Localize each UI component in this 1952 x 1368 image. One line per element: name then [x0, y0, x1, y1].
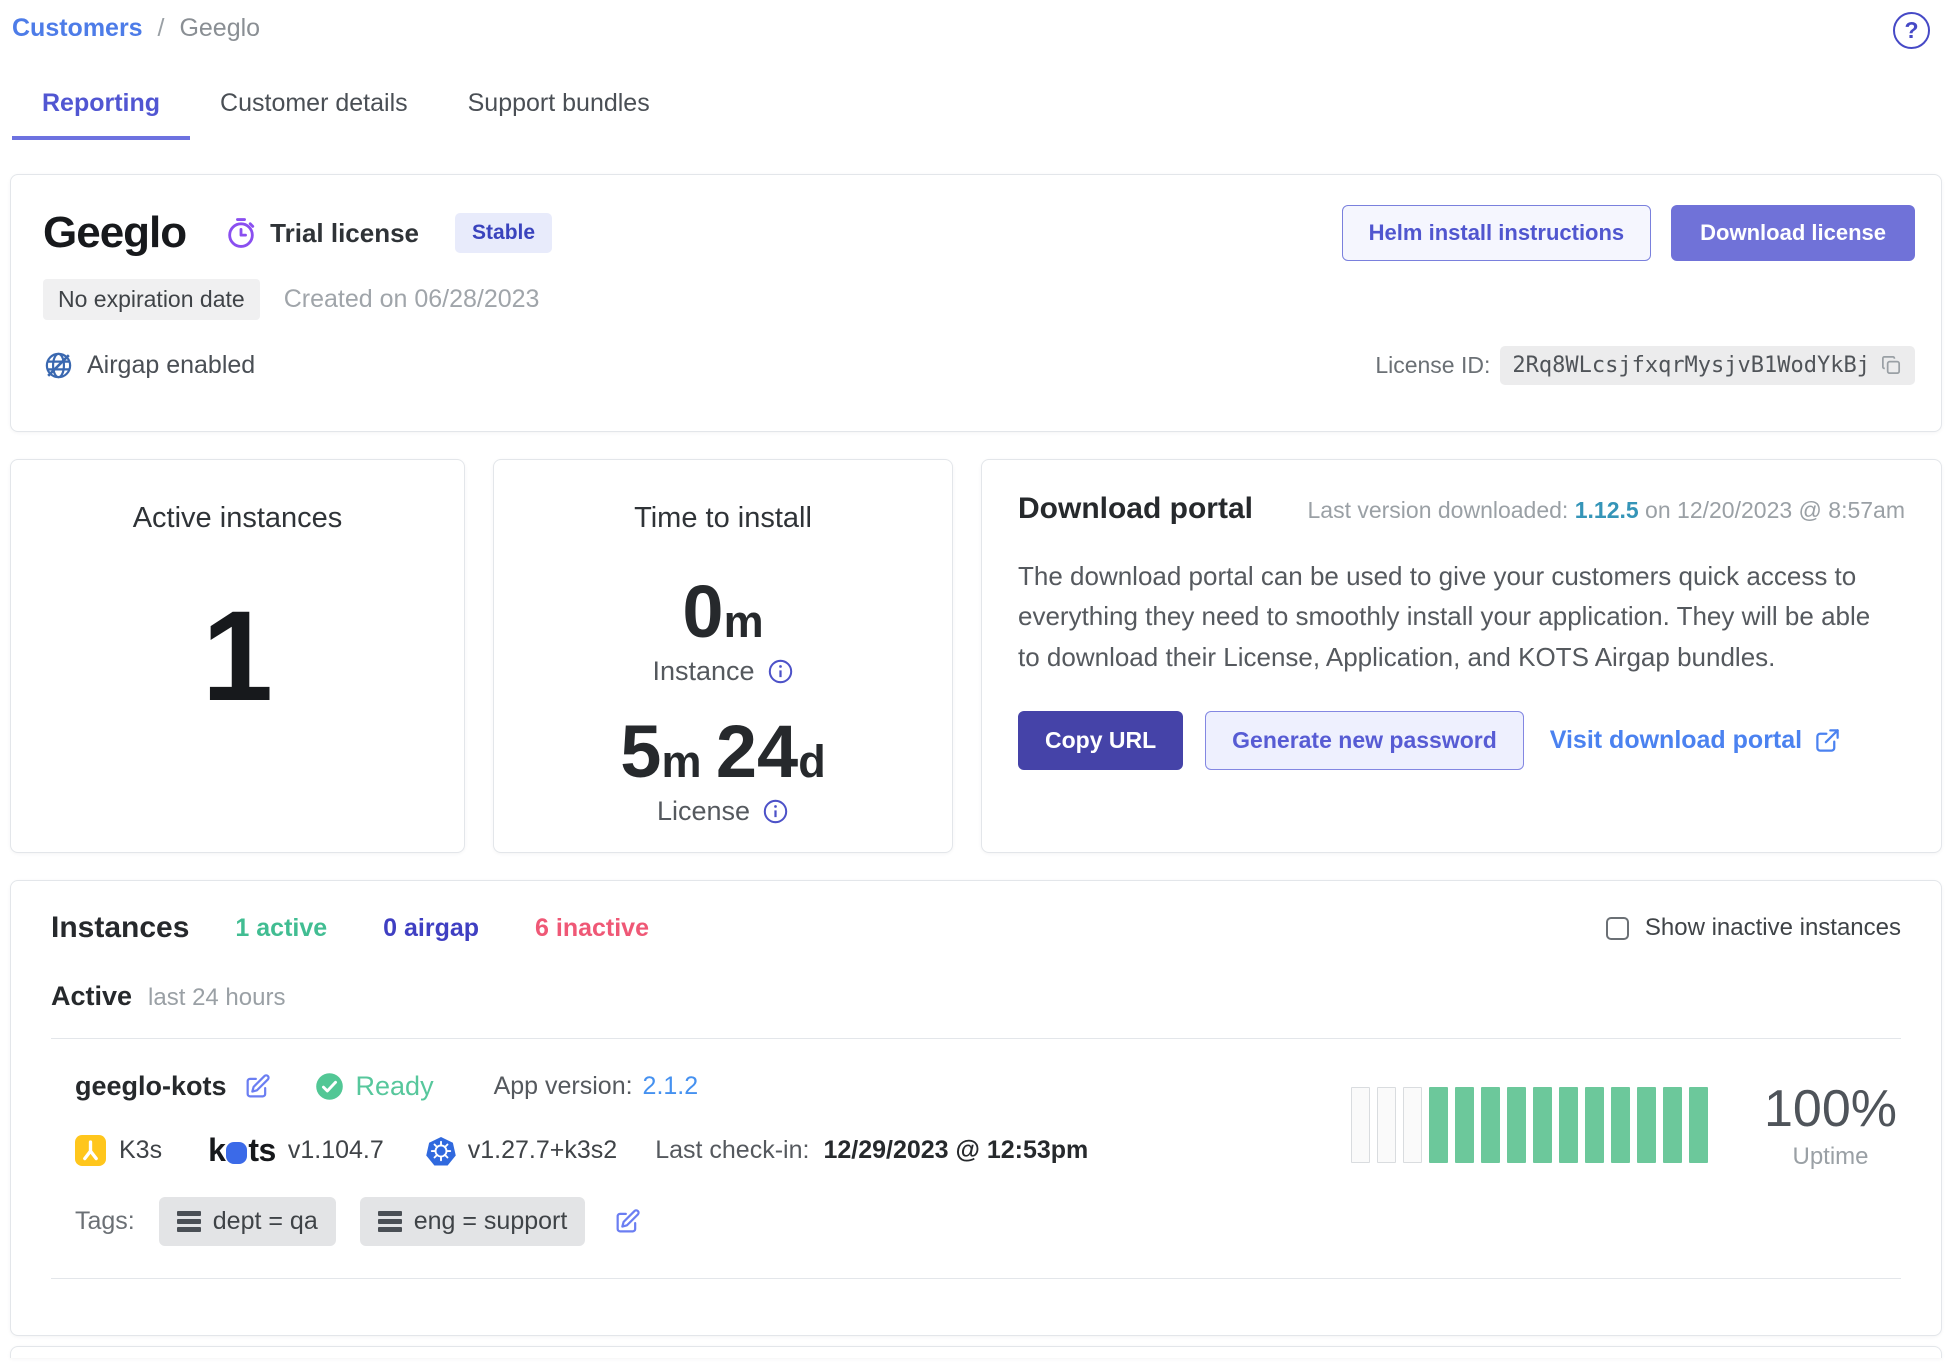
- customer-name: Geeglo: [43, 208, 186, 258]
- license-id-label: License ID:: [1375, 352, 1490, 379]
- uptime-label: Uptime: [1764, 1143, 1897, 1171]
- external-link-icon: [1814, 727, 1841, 754]
- show-inactive-toggle[interactable]: Show inactive instances: [1606, 914, 1901, 942]
- last-version-downloaded: Last version downloaded: 1.12.5 on 12/20…: [1307, 497, 1905, 524]
- inactive-count-link[interactable]: 6 inactive: [535, 914, 649, 943]
- uptime-bar: [1507, 1087, 1526, 1163]
- license-type-label: Trial license: [270, 218, 419, 249]
- instances-title: Instances: [51, 911, 189, 945]
- active-instances-card: Active instances 1: [10, 459, 465, 853]
- app-version-link[interactable]: 2.1.2: [643, 1072, 699, 1101]
- uptime-bar: [1481, 1087, 1500, 1163]
- uptime-bars: [1351, 1087, 1708, 1163]
- breadcrumb-customers-link[interactable]: Customers: [12, 14, 143, 42]
- stats-row: Active instances 1 Time to install 0m In…: [10, 459, 1942, 853]
- visit-download-portal-link[interactable]: Visit download portal: [1550, 726, 1841, 755]
- kots-logo-o: [226, 1142, 247, 1164]
- helm-install-instructions-button[interactable]: Helm install instructions: [1342, 205, 1652, 261]
- last-checkin-label: Last check-in:: [655, 1136, 809, 1165]
- breadcrumb-current: Geeglo: [179, 14, 260, 42]
- instances-card: Instances 1 active 0 airgap 6 inactive S…: [10, 880, 1942, 1336]
- tags-label: Tags:: [75, 1207, 135, 1236]
- k8s-version: v1.27.7+k3s2: [468, 1136, 617, 1165]
- uptime-value: 100%: [1764, 1079, 1897, 1139]
- tab-bar: Reporting Customer details Support bundl…: [10, 73, 1942, 140]
- edit-instance-name-icon[interactable]: [243, 1073, 271, 1101]
- license-time-label: License: [657, 796, 750, 827]
- uptime-bar: [1429, 1087, 1448, 1163]
- tag-icon: [378, 1211, 402, 1232]
- active-section-sublabel: last 24 hours: [148, 984, 285, 1012]
- license-install-time: 5m 24d: [494, 709, 952, 794]
- tab-support-bundles[interactable]: Support bundles: [438, 73, 680, 140]
- license-time-info-icon[interactable]: [762, 798, 789, 825]
- expiration-badge: No expiration date: [43, 279, 260, 320]
- license-id-value: 2Rq8WLcsjfxqrMysjvB1WodYkBj: [1512, 353, 1870, 378]
- created-date-text: Created on 06/28/2023: [284, 285, 540, 314]
- last-checkin-value: 12/29/2023 @ 12:53pm: [823, 1136, 1088, 1165]
- license-id-pill: 2Rq8WLcsjfxqrMysjvB1WodYkBj: [1500, 346, 1915, 385]
- tag-pill: dept = qa: [159, 1197, 336, 1246]
- divider: [51, 1278, 1901, 1279]
- generate-new-password-button[interactable]: Generate new password: [1205, 711, 1524, 770]
- kubernetes-icon: [426, 1136, 456, 1166]
- breadcrumb: Customers / Geeglo: [10, 14, 1942, 43]
- license-summary-card: Geeglo Trial license Stable Helm install…: [10, 174, 1942, 432]
- customer-reporting-page: Customers / Geeglo ? Reporting Customer …: [0, 0, 1952, 1368]
- ready-check-icon: [315, 1072, 344, 1101]
- uptime-bar: [1533, 1087, 1552, 1163]
- active-section-label: Active: [51, 981, 132, 1012]
- breadcrumb-separator: /: [158, 14, 165, 42]
- uptime-bar: [1585, 1087, 1604, 1163]
- tag-icon: [177, 1211, 201, 1232]
- k3s-icon: [75, 1135, 106, 1166]
- active-instances-count: 1: [11, 583, 464, 730]
- last-version-link[interactable]: 1.12.5: [1575, 497, 1639, 523]
- edit-tags-icon[interactable]: [613, 1208, 641, 1236]
- uptime-bar: [1559, 1087, 1578, 1163]
- kots-version: v1.104.7: [288, 1136, 384, 1165]
- instance-row: geeglo-kots Ready App version: 2.1.2: [51, 1039, 1901, 1274]
- uptime-bar: [1611, 1087, 1630, 1163]
- app-version-label: App version:: [494, 1072, 633, 1101]
- instance-status: Ready: [356, 1071, 434, 1102]
- download-portal-description: The download portal can be used to give …: [1018, 556, 1898, 677]
- uptime-bar: [1689, 1087, 1708, 1163]
- download-portal-card: Download portal Last version downloaded:…: [981, 459, 1942, 853]
- distribution-label: K3s: [119, 1136, 162, 1165]
- show-inactive-checkbox[interactable]: [1606, 917, 1629, 940]
- show-inactive-label: Show inactive instances: [1645, 914, 1901, 942]
- trial-timer-icon: [224, 216, 258, 250]
- tab-reporting[interactable]: Reporting: [12, 73, 190, 140]
- airgap-enabled-label: Airgap enabled: [87, 351, 255, 380]
- active-count-link[interactable]: 1 active: [235, 914, 327, 943]
- copy-icon[interactable]: [1880, 354, 1903, 377]
- copy-url-button[interactable]: Copy URL: [1018, 711, 1183, 770]
- instance-name: geeglo-kots: [75, 1071, 227, 1102]
- active-instances-title: Active instances: [11, 502, 464, 535]
- uptime-bar: [1663, 1087, 1682, 1163]
- kots-logo: kts: [208, 1132, 276, 1169]
- instance-install-time: 0m: [494, 569, 952, 654]
- help-icon[interactable]: ?: [1893, 12, 1930, 49]
- uptime-bar: [1377, 1087, 1396, 1163]
- uptime-bar: [1637, 1087, 1656, 1163]
- instance-time-info-icon[interactable]: [767, 658, 794, 685]
- airgap-globe-icon: [43, 350, 74, 381]
- uptime-bar: [1403, 1087, 1422, 1163]
- next-card-stub: [10, 1346, 1942, 1358]
- instance-time-label: Instance: [652, 656, 754, 687]
- time-to-install-title: Time to install: [494, 502, 952, 535]
- time-to-install-card: Time to install 0m Instance 5m 24d Licen…: [493, 459, 953, 853]
- airgap-count-link[interactable]: 0 airgap: [383, 914, 479, 943]
- channel-badge: Stable: [455, 213, 552, 253]
- uptime-bar: [1351, 1087, 1370, 1163]
- download-portal-title: Download portal: [1018, 492, 1253, 526]
- download-license-button[interactable]: Download license: [1671, 205, 1915, 261]
- tab-customer-details[interactable]: Customer details: [190, 73, 438, 140]
- uptime-bar: [1455, 1087, 1474, 1163]
- uptime-widget: 100% Uptime: [1351, 1079, 1897, 1171]
- tag-pill: eng = support: [360, 1197, 586, 1246]
